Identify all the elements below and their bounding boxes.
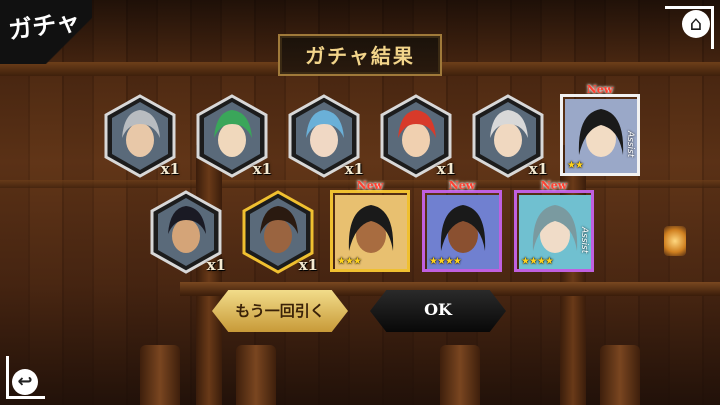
rarity-stars: ★★★	[337, 256, 362, 267]
back-arrow-icon: ↩	[12, 369, 38, 395]
back-button[interactable]: ↩	[0, 345, 60, 405]
quantity-label: x1	[298, 256, 318, 274]
home-button[interactable]: ⌂	[660, 0, 720, 60]
result-card-hex[interactable]: x1	[380, 94, 456, 178]
quantity-label: x1	[206, 256, 226, 274]
quantity-label: x1	[436, 160, 456, 178]
stool	[140, 345, 180, 405]
stool	[440, 345, 480, 405]
result-card-hex[interactable]: x1	[242, 190, 318, 274]
assist-label: Assist	[625, 131, 635, 158]
result-title-banner: ガチャ結果	[278, 34, 442, 76]
result-title: ガチャ結果	[305, 44, 415, 68]
rarity-stars: ★★★★	[429, 256, 462, 267]
quantity-label: x1	[344, 160, 364, 178]
rarity-stars: ★★★★	[521, 256, 554, 267]
home-icon: ⌂	[689, 11, 703, 35]
new-badge: New	[586, 83, 614, 96]
new-badge: New	[356, 179, 384, 192]
quantity-label: x1	[160, 160, 180, 178]
rare-result-card[interactable]: New ★★★★ Assist	[514, 179, 594, 272]
new-badge: New	[540, 179, 568, 192]
ok-label: OK	[424, 300, 452, 319]
result-card-hex[interactable]: x1	[288, 94, 364, 178]
result-card-hex[interactable]: x1	[150, 190, 226, 274]
rare-result-card[interactable]: New ★★★★	[422, 179, 502, 272]
pull-again-label: もう一回引く	[235, 302, 325, 320]
result-card-hex[interactable]: x1	[472, 94, 548, 178]
lantern	[664, 226, 686, 256]
wood-post	[196, 145, 222, 405]
rarity-stars: ★★	[567, 160, 584, 171]
rare-result-card[interactable]: New ★★★	[330, 179, 410, 272]
result-card-hex[interactable]: x1	[104, 94, 180, 178]
assist-label: Assist	[579, 227, 589, 254]
result-card-hex[interactable]: x1	[196, 94, 272, 178]
pull-again-button[interactable]: もう一回引く	[212, 290, 348, 332]
stool	[600, 345, 640, 405]
rare-result-card[interactable]: New ★★ Assist	[560, 83, 640, 176]
quantity-label: x1	[252, 160, 272, 178]
quantity-label: x1	[528, 160, 548, 178]
ok-button[interactable]: OK	[370, 290, 506, 332]
stool	[236, 345, 276, 405]
new-badge: New	[448, 179, 476, 192]
